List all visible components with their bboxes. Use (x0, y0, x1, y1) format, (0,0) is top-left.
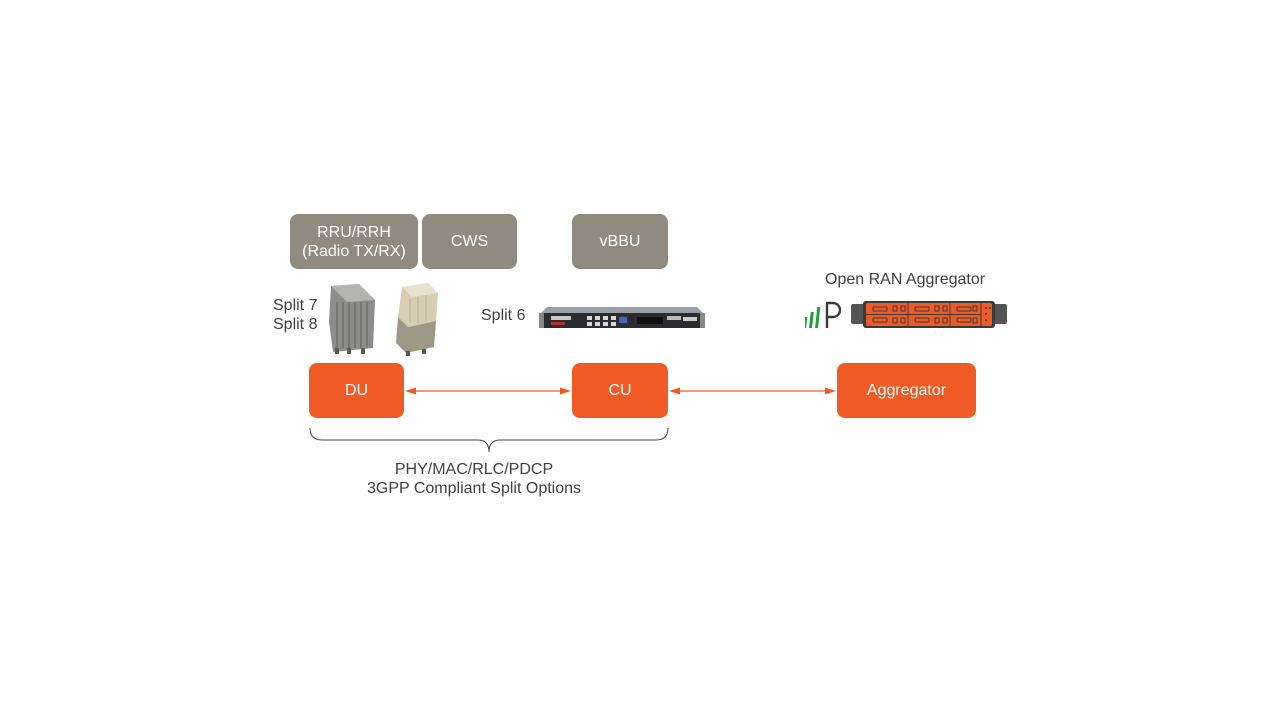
arrowhead-left (405, 387, 416, 395)
du-cu-connector (405, 387, 571, 395)
brace-caption-line2: 3GPP Compliant Split Options (366, 480, 582, 497)
arrowhead-right (825, 387, 836, 395)
brace-caption-line1: PHY/MAC/RLC/PDCP (394, 461, 554, 478)
cu-aggregator-connector (669, 387, 836, 395)
connectors-layer (309, 387, 836, 453)
arrowhead-left (669, 387, 680, 395)
curly-brace (309, 427, 669, 453)
arrowhead-right (560, 387, 571, 395)
